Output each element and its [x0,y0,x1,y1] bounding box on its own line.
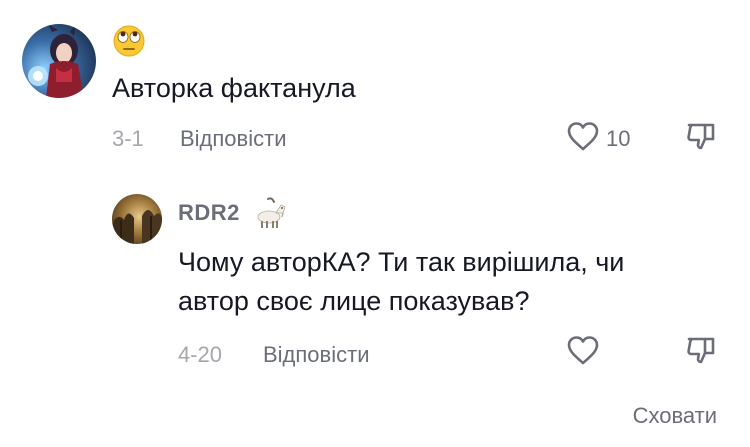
comment-text: Авторка фактанула [112,73,356,103]
comment-date: 3-1 [112,126,144,151]
avatar[interactable] [22,24,96,98]
thumbs-down-icon[interactable] [684,334,718,368]
heart-icon[interactable] [566,120,600,154]
like-count: 10 [606,126,631,151]
avatar[interactable] [112,194,162,244]
username[interactable]: RDR2 [178,198,240,228]
hide-replies-button[interactable]: Сховати [633,401,717,431]
reply-button[interactable]: Відповісти [263,340,370,370]
face-with-rolling-eyes-icon [112,24,146,58]
reply-button[interactable]: Відповісти [180,124,287,154]
heart-icon[interactable] [566,334,600,368]
comment-date: 4-20 [178,342,223,367]
reply-text-line-2: автор своє лице показував? [178,286,530,316]
thumbs-down-icon[interactable] [684,120,718,154]
goat-icon [254,196,288,230]
reply-text-line-1: Чому авторКА? Ти так вирішила, чи [178,247,625,277]
